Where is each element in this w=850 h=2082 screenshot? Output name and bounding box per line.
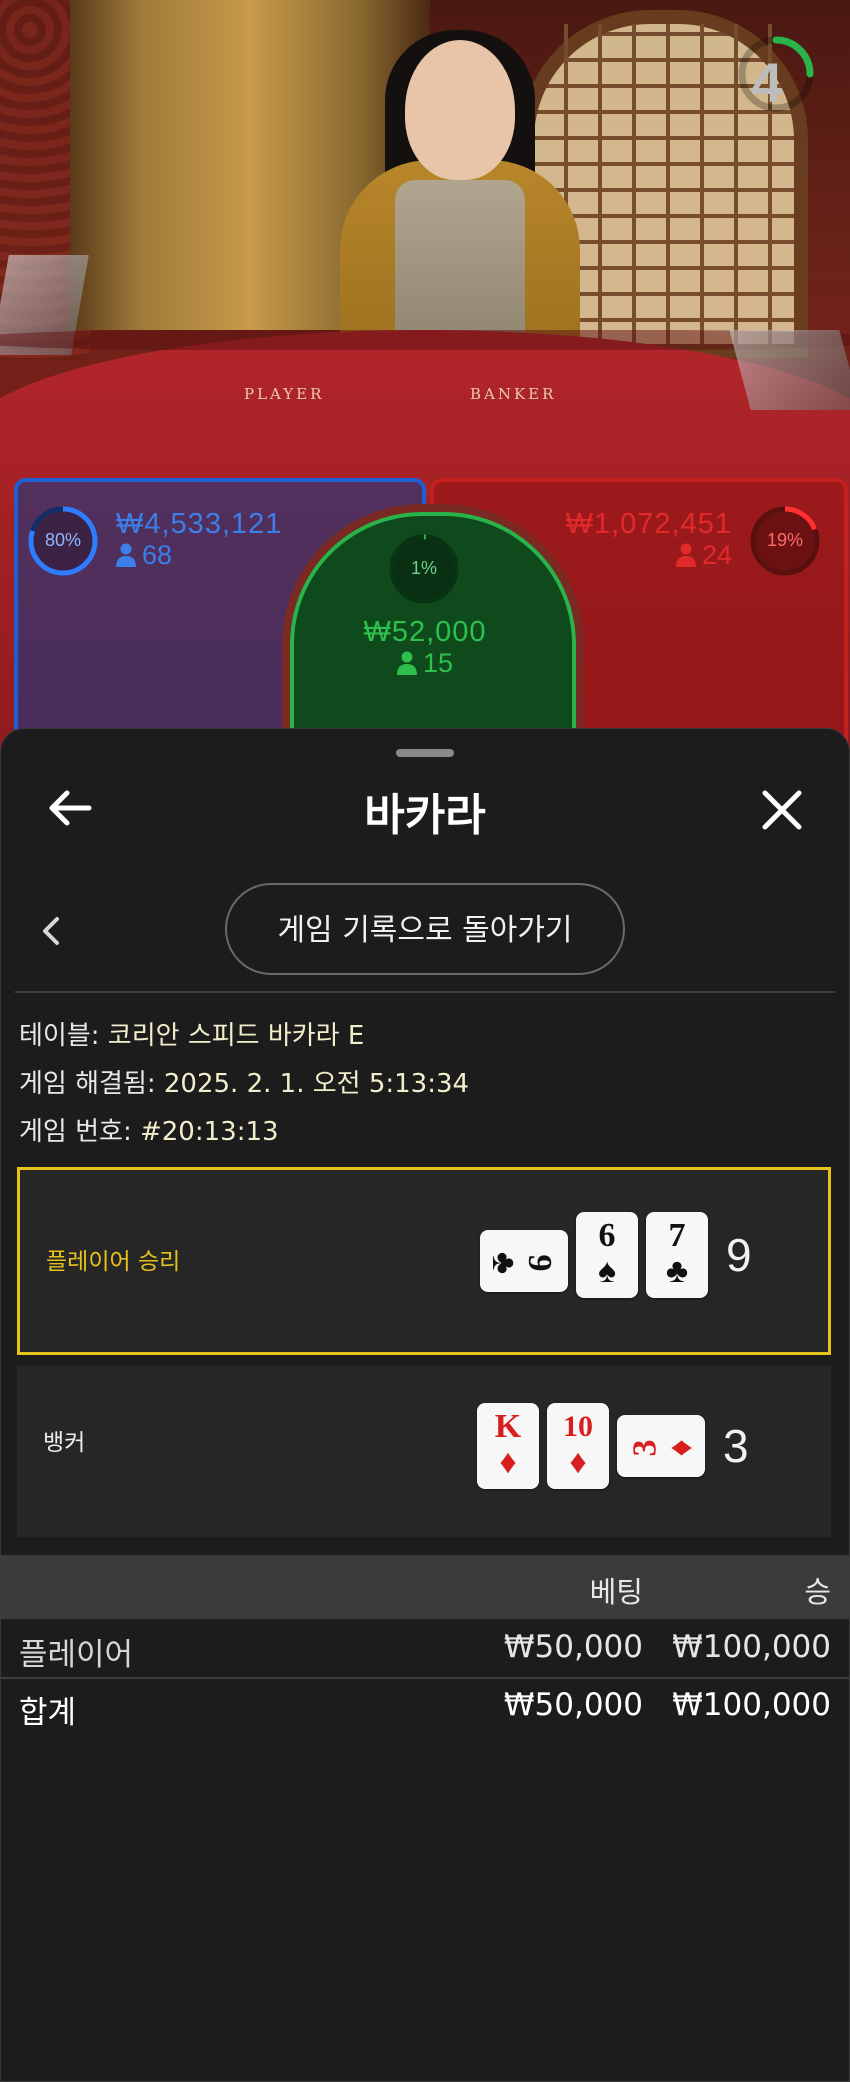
dealer-face: [405, 40, 515, 180]
player-total-amount: ₩4,533,121: [116, 508, 283, 540]
total-win-amount: ₩100,000: [672, 1687, 831, 1723]
total-bet-amount: ₩50,000: [503, 1687, 643, 1723]
table-row: 플레이어 ₩50,000 ₩100,000: [1, 1621, 849, 1679]
tie-percent: 1%: [410, 558, 437, 578]
card-player-1: 9 ♣: [480, 1230, 568, 1292]
card-player-3: 7 ♣: [646, 1212, 708, 1298]
card-banker-1: K ♦: [477, 1403, 539, 1489]
resolved-info: 게임 해결됨: 2025. 2. 1. 오전 5:13:34: [19, 1069, 470, 1099]
felt-label-banker: BANKER: [470, 385, 557, 403]
close-icon[interactable]: [757, 785, 807, 835]
column-bet: 베팅: [589, 1575, 643, 1609]
live-stream-video: PLAYER BANKER 4 80% ₩4,533,121 68 19% ₩1…: [0, 0, 850, 760]
divider: [15, 991, 835, 993]
person-icon: [396, 651, 417, 675]
banker-bettor-count: 24: [560, 540, 732, 571]
player-result-row: 플레이어 승리 9 ♣ 6 ♠ 7 ♣ 9: [17, 1167, 831, 1355]
card-banker-3: 3 ♦: [617, 1415, 705, 1477]
banker-percent: 19%: [766, 530, 804, 550]
row-bet-amount: ₩50,000: [503, 1629, 643, 1665]
card-player-2: 6 ♠: [576, 1212, 638, 1298]
banker-score: 3: [723, 1420, 749, 1472]
game-history-sheet: 바카라 게임 기록으로 돌아가기 테이블: 코리안 스피드 바카라 E 게임 해…: [0, 728, 850, 2082]
tie-bettor-count: 15: [282, 648, 568, 679]
player-percent: 80%: [44, 530, 82, 550]
banker-result-label: 뱅커: [43, 1430, 86, 1456]
card-shoe-right: [729, 330, 850, 410]
column-win: 승: [804, 1575, 831, 1609]
total-label: 합계: [19, 1695, 77, 1731]
tie-total-amount: ₩52,000: [363, 616, 487, 648]
row-win-amount: ₩100,000: [672, 1629, 831, 1665]
person-icon: [116, 543, 136, 567]
row-bet-type: 플레이어: [19, 1637, 134, 1673]
drag-handle[interactable]: [396, 749, 454, 757]
table-total-row: 합계 ₩50,000 ₩100,000: [1, 1679, 849, 1735]
chevron-left-icon[interactable]: [37, 913, 65, 949]
banker-total-amount: ₩1,072,451: [565, 508, 732, 540]
felt-label-player: PLAYER: [244, 385, 325, 403]
countdown-timer: 4: [751, 51, 783, 114]
bets-table-header: 베팅 승: [1, 1555, 849, 1619]
table-edge: [0, 330, 850, 350]
page-title: 바카라: [364, 790, 486, 841]
player-score: 9: [726, 1229, 752, 1281]
table-info: 테이블: 코리안 스피드 바카라 E: [19, 1021, 365, 1051]
banker-result-row: 뱅커 K ♦ 10 ♦ 3 ♦ 3: [17, 1365, 831, 1537]
back-to-history-button[interactable]: 게임 기록으로 돌아가기: [225, 883, 625, 975]
player-result-label: 플레이어 승리: [46, 1249, 181, 1275]
player-bettor-count: 68: [116, 540, 172, 571]
game-number-info: 게임 번호: #20:13:13: [19, 1117, 279, 1147]
card-banker-2: 10 ♦: [547, 1403, 609, 1489]
person-icon: [675, 543, 696, 567]
